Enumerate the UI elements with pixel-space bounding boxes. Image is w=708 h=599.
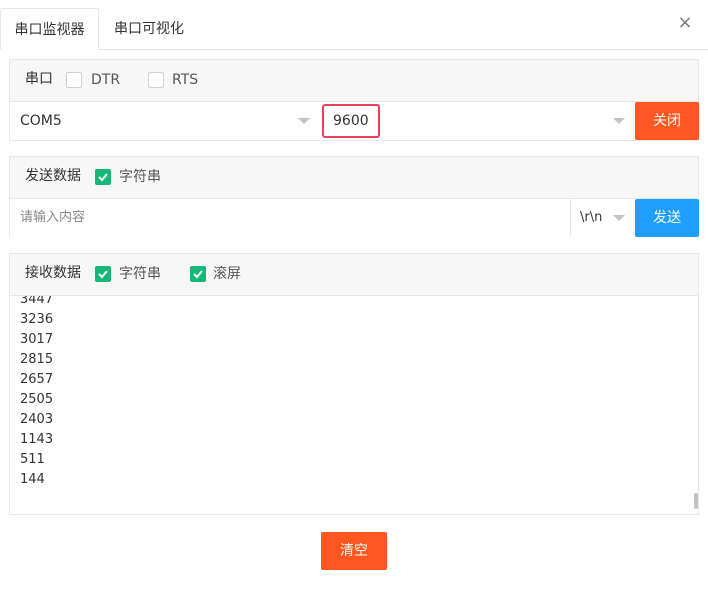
receive-string-label: 字符串 [119, 266, 161, 282]
check-icon [193, 270, 203, 279]
check-icon [98, 270, 108, 279]
receive-line: 2505 [20, 392, 54, 407]
scrollbar-thumb[interactable] [694, 493, 698, 509]
rts-label: RTS [172, 72, 199, 88]
receive-line: 2815 [20, 352, 54, 367]
dtr-checkbox[interactable] [66, 72, 82, 88]
scroll-checkbox[interactable] [190, 266, 206, 282]
tab-bar: 串口监视器 串口可视化 [0, 0, 708, 50]
send-panel: 发送数据 字符串 请输入内容 \r\n 发送 [9, 156, 699, 237]
serial-port-title: 串口 [25, 71, 53, 87]
port-value: COM5 [20, 113, 62, 129]
clear-button[interactable]: 清空 [321, 532, 387, 570]
receive-line: 511 [20, 452, 45, 467]
send-title: 发送数据 [25, 168, 81, 184]
tab-serial-monitor[interactable]: 串口监视器 [0, 8, 99, 50]
chevron-down-icon [613, 118, 625, 124]
close-port-button[interactable]: 关闭 [635, 102, 699, 140]
send-string-checkbox[interactable] [95, 169, 111, 185]
check-icon [98, 173, 108, 182]
baud-value: 9600 [333, 113, 369, 129]
line-ending-value: \r\n [580, 210, 603, 225]
dtr-label: DTR [91, 72, 121, 88]
receive-line: 3447 [20, 296, 54, 307]
send-button[interactable]: 发送 [635, 199, 699, 237]
line-ending-select[interactable]: \r\n [571, 199, 635, 237]
scroll-label: 滚屏 [213, 266, 241, 282]
receive-string-checkbox[interactable] [95, 266, 111, 282]
receive-line: 144 [20, 472, 45, 487]
receive-output[interactable]: 3447 3236 3017 2815 2657 2505 2403 1143 … [10, 296, 698, 514]
receive-line: 1143 [20, 432, 54, 447]
baud-select[interactable]: 9600 [320, 102, 635, 140]
rts-checkbox[interactable] [148, 72, 164, 88]
serial-port-header: 串口 DTR RTS [10, 60, 698, 102]
receive-line: 3236 [20, 312, 54, 327]
send-input-placeholder: 请输入内容 [20, 210, 86, 225]
receive-line: 2403 [20, 412, 54, 427]
receive-title: 接收数据 [25, 265, 81, 281]
serial-port-panel: 串口 DTR RTS COM5 9600 关闭 [9, 59, 699, 141]
send-string-label: 字符串 [119, 169, 161, 185]
chevron-down-icon [298, 118, 310, 124]
receive-line: 2657 [20, 372, 54, 387]
send-input[interactable]: 请输入内容 [10, 199, 571, 237]
chevron-down-icon [613, 215, 625, 221]
receive-header: 接收数据 字符串 滚屏 [10, 254, 698, 296]
receive-line: 3017 [20, 332, 54, 347]
receive-panel: 接收数据 字符串 滚屏 3447 3236 3017 2815 2657 250… [9, 253, 699, 515]
port-select[interactable]: COM5 [10, 102, 320, 140]
send-header: 发送数据 字符串 [10, 157, 698, 199]
close-icon[interactable]: × [676, 14, 694, 32]
tab-serial-visualization[interactable]: 串口可视化 [99, 8, 199, 50]
